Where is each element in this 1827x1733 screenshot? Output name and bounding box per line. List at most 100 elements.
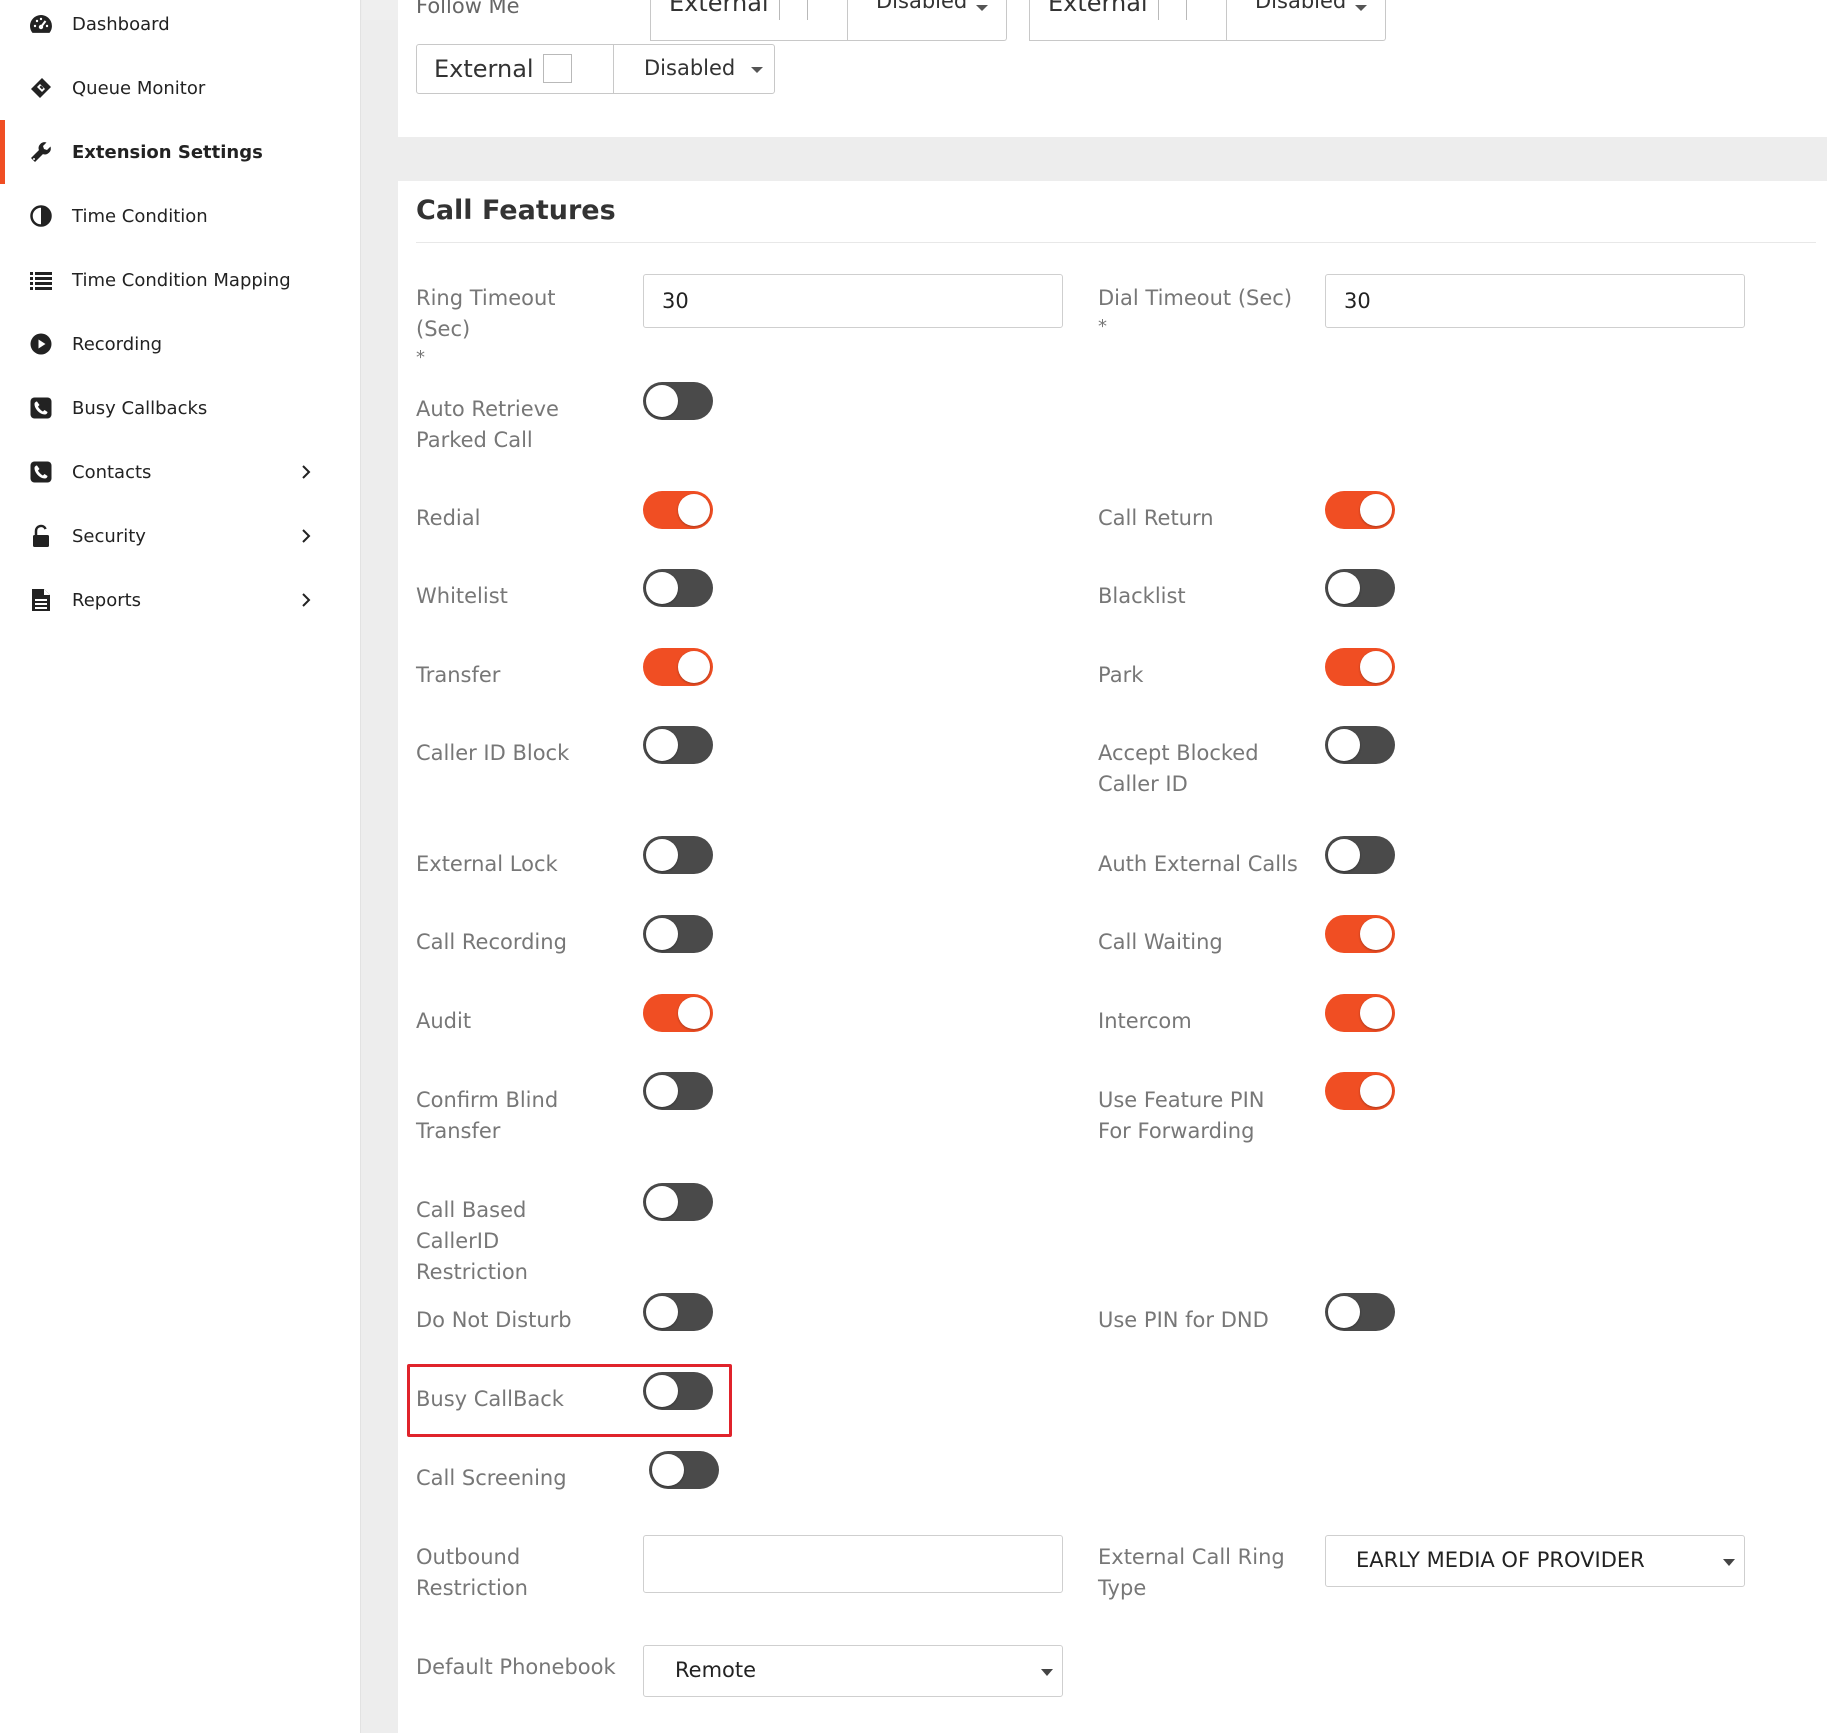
follow-me-checkbox-3[interactable] [543,54,572,83]
unlock-icon [28,523,54,549]
sidebar-item-label: Busy Callbacks [72,397,208,419]
call-based-cid-label: Call Based CallerID Restriction [416,1198,528,1284]
call-waiting-toggle[interactable] [1325,915,1395,953]
follow-me-label: Follow Me [416,0,520,18]
feature-pin-toggle[interactable] [1325,1072,1395,1110]
dial-timeout-label: Dial Timeout (Sec) * [1098,286,1293,337]
external-lock-toggle[interactable] [643,836,713,874]
sidebar-item-reports[interactable]: Reports [0,568,361,632]
busy-callback-label: Busy CallBack [416,1387,564,1411]
redial-label: Redial [416,506,481,530]
call-based-cid-toggle[interactable] [643,1183,713,1221]
chevron-right-icon [298,592,314,608]
intercom-toggle[interactable] [1325,994,1395,1032]
phone-square-icon [28,459,54,485]
dial-timeout-input[interactable] [1325,274,1745,328]
call-screening-toggle[interactable] [649,1451,719,1489]
follow-me-mode-3[interactable]: Disabled [613,44,775,94]
pin-dnd-label: Use PIN for DND [1098,1308,1269,1332]
call-features-card: Call Features Ring Timeout (Sec) * Dial … [398,181,1827,1733]
caret-down-icon [751,67,763,73]
redial-toggle[interactable] [643,491,713,529]
park-toggle[interactable] [1325,648,1395,686]
file-text-icon [28,587,54,613]
caret-down-icon [976,5,988,11]
divider [416,242,1816,243]
outbound-restriction-input[interactable] [643,1535,1063,1593]
external-lock-label: External Lock [416,852,558,876]
intercom-label: Intercom [1098,1009,1192,1033]
transfer-toggle[interactable] [643,648,713,686]
sidebar-item-label: Security [72,525,146,547]
follow-me-checkbox-1[interactable] [779,0,808,20]
sidebar-item-label: Recording [72,333,163,355]
external-ring-type-select[interactable]: EARLY MEDIA OF PROVIDER [1325,1535,1745,1587]
call-recording-label: Call Recording [416,930,567,954]
sidebar-item-queue-monitor[interactable]: Queue Monitor [0,56,361,120]
wrench-icon [28,139,54,165]
sidebar-item-label: Reports [72,589,142,611]
ring-timeout-label: Ring Timeout (Sec) * [416,286,556,368]
sidebar-item-recording[interactable]: Recording [0,312,361,376]
sidebar-item-contacts[interactable]: Contacts [0,440,361,504]
accept-blocked-toggle[interactable] [1325,726,1395,764]
sidebar-item-label: Time Condition Mapping [72,269,291,291]
confirm-blind-toggle[interactable] [643,1072,713,1110]
ticket-icon [28,75,54,101]
partial-row-borders [398,20,1827,42]
sidebar-item-dashboard[interactable]: Dashboard [0,0,361,56]
auto-retrieve-label: Auto Retrieve Parked Call [416,397,559,452]
caller-id-block-toggle[interactable] [643,726,713,764]
dnd-toggle[interactable] [643,1293,713,1331]
ring-timeout-input[interactable] [643,274,1063,328]
caret-down-icon [1723,1559,1735,1566]
sidebar-item-security[interactable]: Security [0,504,361,568]
sidebar-item-extension-settings[interactable]: Extension Settings [0,120,361,184]
accept-blocked-label: Accept Blocked Caller ID [1098,741,1259,796]
follow-me-mode-1[interactable]: Disabled [847,0,1007,20]
whitelist-label: Whitelist [416,584,508,608]
follow-me-type-1[interactable]: External [650,0,848,20]
caller-id-block-label: Caller ID Block [416,741,570,765]
blacklist-label: Blacklist [1098,584,1186,608]
sidebar-item-label: Dashboard [72,13,170,35]
follow-me-type-3[interactable]: External [416,44,614,94]
section-title: Call Features [416,195,616,226]
auth-external-toggle[interactable] [1325,836,1395,874]
whitelist-toggle[interactable] [643,569,713,607]
outbound-restriction-label: Outbound Restriction [416,1545,528,1600]
blacklist-toggle[interactable] [1325,569,1395,607]
follow-me-type-2[interactable]: External [1029,0,1227,20]
call-screening-label: Call Screening [416,1466,567,1490]
call-waiting-label: Call Waiting [1098,930,1223,954]
call-recording-toggle[interactable] [643,915,713,953]
audit-toggle[interactable] [643,994,713,1032]
phone-square-icon [28,395,54,421]
dnd-label: Do Not Disturb [416,1308,572,1332]
follow-me-mode-2[interactable]: Disabled [1226,0,1386,20]
default-phonebook-select[interactable]: Remote [643,1645,1063,1697]
partial-row: Follow Me External Disabled External Dis… [398,0,1827,20]
confirm-blind-label: Confirm Blind Transfer [416,1088,559,1143]
pin-dnd-toggle[interactable] [1325,1293,1395,1331]
sidebar-item-label: Contacts [72,461,152,483]
feature-pin-label: Use Feature PIN For Forwarding [1098,1088,1265,1143]
follow-me-checkbox-2[interactable] [1158,0,1187,20]
audit-label: Audit [416,1009,472,1033]
play-circle-icon [28,331,54,357]
busy-callback-toggle[interactable] [643,1372,713,1410]
transfer-label: Transfer [416,663,501,687]
sidebar-item-time-condition-mapping[interactable]: Time Condition Mapping [0,248,361,312]
park-label: Park [1098,663,1144,687]
sidebar-item-label: Queue Monitor [72,77,206,99]
sidebar-item-time-condition[interactable]: Time Condition [0,184,361,248]
call-return-toggle[interactable] [1325,491,1395,529]
list-icon [28,267,54,293]
call-return-label: Call Return [1098,506,1214,530]
auto-retrieve-toggle[interactable] [643,382,713,420]
sidebar: Dashboard Queue Monitor Extension Settin… [0,0,361,1733]
follow-me-card: Follow Me External Disabled External Dis… [398,0,1827,137]
default-phonebook-label: Default Phonebook [416,1655,616,1679]
sidebar-item-busy-callbacks[interactable]: Busy Callbacks [0,376,361,440]
caret-down-icon [1041,1669,1053,1676]
